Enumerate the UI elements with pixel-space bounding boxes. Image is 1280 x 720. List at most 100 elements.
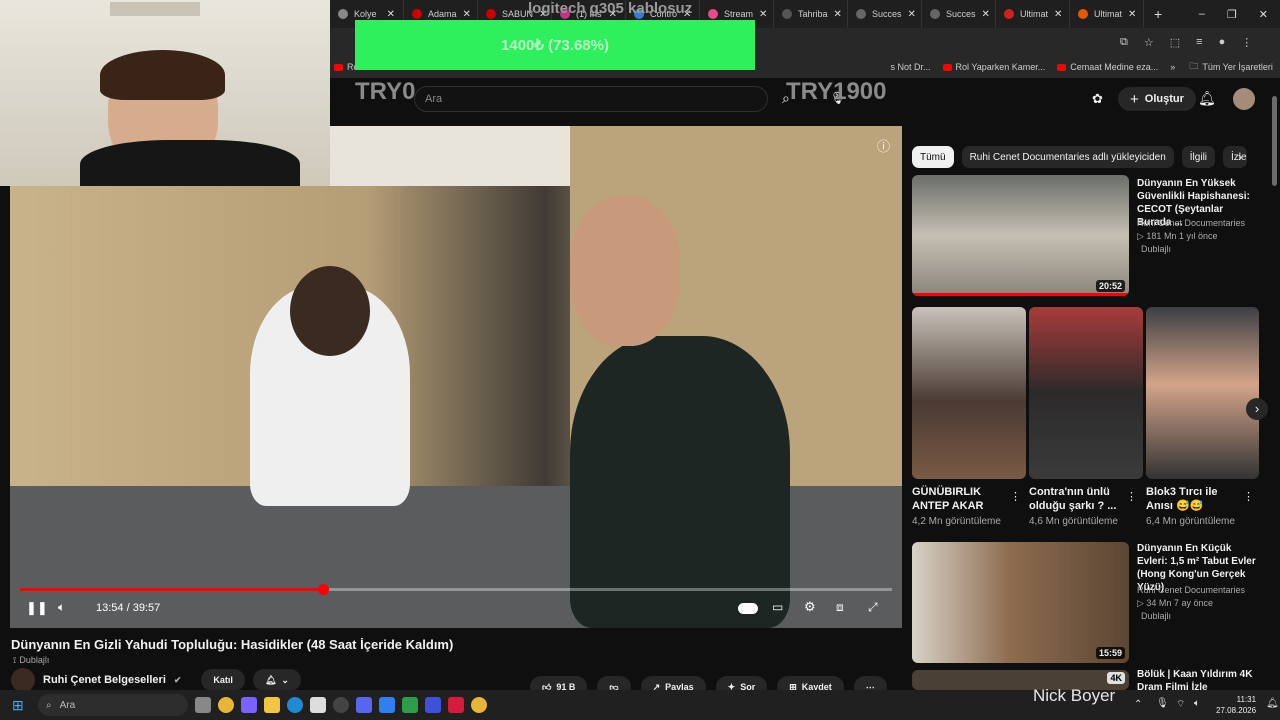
install-icon[interactable]: ⧉ (1120, 36, 1128, 49)
notification-center-icon[interactable]: 🔔︎ (1266, 698, 1279, 709)
miniplayer-icon[interactable]: ⧈ (836, 600, 844, 615)
more-vert-icon[interactable]: ⋮ (1010, 490, 1021, 503)
bookmark-item[interactable]: Cemaat Medine eza... (1057, 62, 1158, 72)
fullscreen-icon[interactable]: ⤢ (868, 600, 878, 615)
close-tab-icon[interactable]: ✕ (1054, 9, 1062, 20)
close-tab-icon[interactable]: ✕ (759, 9, 767, 20)
short-title[interactable]: GÜNÜBIRLIK ANTEP AKAR (912, 485, 1002, 513)
channel-avatar[interactable] (11, 668, 35, 692)
recommendation-channel[interactable]: Ruhi Cenet Documentaries (1137, 584, 1245, 596)
chip-uploader[interactable]: Ruhi Cenet Documentaries adlı yükleyicid… (961, 146, 1174, 168)
short-thumbnail[interactable] (912, 307, 1026, 479)
join-button[interactable]: Katıl (201, 669, 245, 691)
more-vert-icon[interactable]: ⋮ (1243, 490, 1254, 503)
short-thumbnail[interactable] (1029, 307, 1143, 479)
browser-tab[interactable]: Succes ✕ (922, 0, 996, 28)
new-tab-button[interactable]: + (1144, 6, 1172, 22)
obs-icon[interactable] (333, 697, 349, 713)
star-icon[interactable]: ☆ (1144, 36, 1154, 49)
more-vert-icon[interactable]: ⋮ (1126, 490, 1137, 503)
chrome-icon[interactable] (471, 697, 487, 713)
info-icon[interactable]: ⓘ (877, 136, 890, 155)
tray-chevron-up-icon[interactable]: ⌃ (1134, 699, 1142, 710)
file-explorer-icon[interactable] (264, 697, 280, 713)
browser-tab[interactable]: Ultimat ✕ (1070, 0, 1144, 28)
bookmark-item[interactable]: Rol Yaparken Kamer... (942, 62, 1045, 72)
minecraft-icon[interactable] (402, 697, 418, 713)
recommendation-title[interactable]: Bölük | Kaan Yıldırım 4K Dram Filmi İzle (1137, 668, 1259, 690)
video-quality-badge: 4K (1107, 672, 1125, 684)
pause-icon[interactable]: ❚❚ (26, 600, 48, 616)
gift-icon[interactable]: ✿ (1092, 91, 1103, 107)
short-views: 4,2 Mn görüntüleme (912, 516, 1001, 527)
short-title[interactable]: Contra'nın ünlü olduğu şarkı ? ... (1029, 485, 1121, 513)
close-tab-icon[interactable]: ✕ (908, 9, 916, 20)
volume-tray-icon[interactable]: 🔈︎ (1194, 698, 1200, 709)
webcam-background-object (110, 2, 200, 16)
extensions-icon[interactable]: ⬚ (1170, 36, 1180, 49)
discord-icon[interactable] (356, 697, 372, 713)
browser-tab[interactable]: Succes ✕ (848, 0, 922, 28)
shorts-next-button[interactable]: › (1246, 398, 1268, 420)
taskbar-search[interactable]: ⌕ Ara (38, 694, 188, 716)
close-window-button[interactable]: ✕ (1259, 8, 1268, 21)
clock-date: 27.08.2026 (1216, 706, 1257, 715)
network-icon[interactable]: ⌔ (1176, 698, 1185, 711)
notification-bell-button[interactable]: 🔔︎ ⌄ (252, 669, 301, 691)
app-icon[interactable] (379, 697, 395, 713)
close-tab-icon[interactable]: ✕ (387, 9, 395, 20)
bookmark-item[interactable]: s Not Dr... (891, 62, 931, 72)
profile-icon[interactable]: ● (1219, 36, 1226, 49)
autoplay-toggle[interactable] (738, 603, 758, 614)
donation-goal-min: TRY0 (355, 78, 416, 105)
person-right (570, 336, 790, 628)
bookmarks-overflow-button[interactable]: » (1170, 62, 1175, 72)
app-icon[interactable] (425, 697, 441, 713)
menu-icon[interactable]: ⋮ (1241, 36, 1252, 49)
recommendation-thumbnail[interactable]: 20:52 (912, 175, 1129, 296)
short-title[interactable]: Blok3 Tırcı ile Anısı 😅😅 (1146, 485, 1234, 513)
close-tab-icon[interactable]: ✕ (982, 9, 990, 20)
maximize-button[interactable]: ❐ (1227, 8, 1237, 21)
create-label: Oluştur (1144, 93, 1184, 105)
media-icon[interactable]: ≡ (1196, 36, 1202, 49)
notifications-bell-icon[interactable]: 🔔︎ (1198, 90, 1216, 107)
all-bookmarks-button[interactable]: 🗀 Tüm Yer İşaretleri (1189, 59, 1273, 75)
browser-tab[interactable]: Ultimat ✕ (996, 0, 1070, 28)
browser-tab[interactable]: Tahriba ✕ (774, 0, 848, 28)
copilot-icon[interactable] (241, 697, 257, 713)
recommendation-thumbnail[interactable]: 15:59 (912, 542, 1129, 663)
chrome-icon[interactable] (218, 697, 234, 713)
video-player[interactable]: ⓘ (10, 126, 902, 628)
create-button[interactable]: + Oluştur (1118, 87, 1196, 111)
recommendation-channel[interactable]: Ruhi Cenet Documentaries (1137, 217, 1245, 229)
system-clock[interactable]: 11:31 27.08.2026 (1216, 694, 1256, 716)
windows-start-icon[interactable]: ⊞ (12, 697, 24, 714)
short-thumbnail[interactable] (1146, 307, 1259, 479)
subtitles-icon[interactable]: ▭ (772, 600, 783, 614)
avatar[interactable] (1233, 88, 1255, 110)
tab-favicon-icon (708, 9, 718, 19)
bookmark-label: s Not Dr... (890, 62, 931, 72)
channel-name[interactable]: Ruhi Çenet Belgeselleri (43, 674, 166, 686)
page-scrollbar[interactable] (1272, 96, 1277, 186)
chip-watch[interactable]: İzle (1223, 146, 1248, 168)
edge-icon[interactable] (287, 697, 303, 713)
volume-icon[interactable]: 🔈︎ (58, 600, 65, 615)
close-tab-icon[interactable]: ✕ (1128, 9, 1136, 20)
folder-icon: 🗀 (1189, 61, 1199, 71)
webcam-overlay (0, 0, 330, 186)
search-input[interactable]: Ara (414, 86, 768, 112)
settings-gear-icon[interactable]: ⚙ (804, 599, 816, 615)
chevron-right-icon[interactable]: › (1238, 150, 1242, 164)
chip-related[interactable]: İlgili (1181, 146, 1216, 168)
chip-all[interactable]: Tümü (912, 146, 954, 168)
close-tab-icon[interactable]: ✕ (834, 9, 842, 20)
minimize-button[interactable]: – (1199, 8, 1205, 20)
microphone-tray-icon[interactable]: 🎙 (1156, 698, 1169, 709)
app-icon[interactable] (448, 697, 464, 713)
short-views: 6,4 Mn görüntüleme (1146, 516, 1235, 527)
app-icon[interactable] (310, 697, 326, 713)
close-tab-icon[interactable]: ✕ (463, 9, 471, 20)
task-view-icon[interactable] (195, 697, 211, 713)
